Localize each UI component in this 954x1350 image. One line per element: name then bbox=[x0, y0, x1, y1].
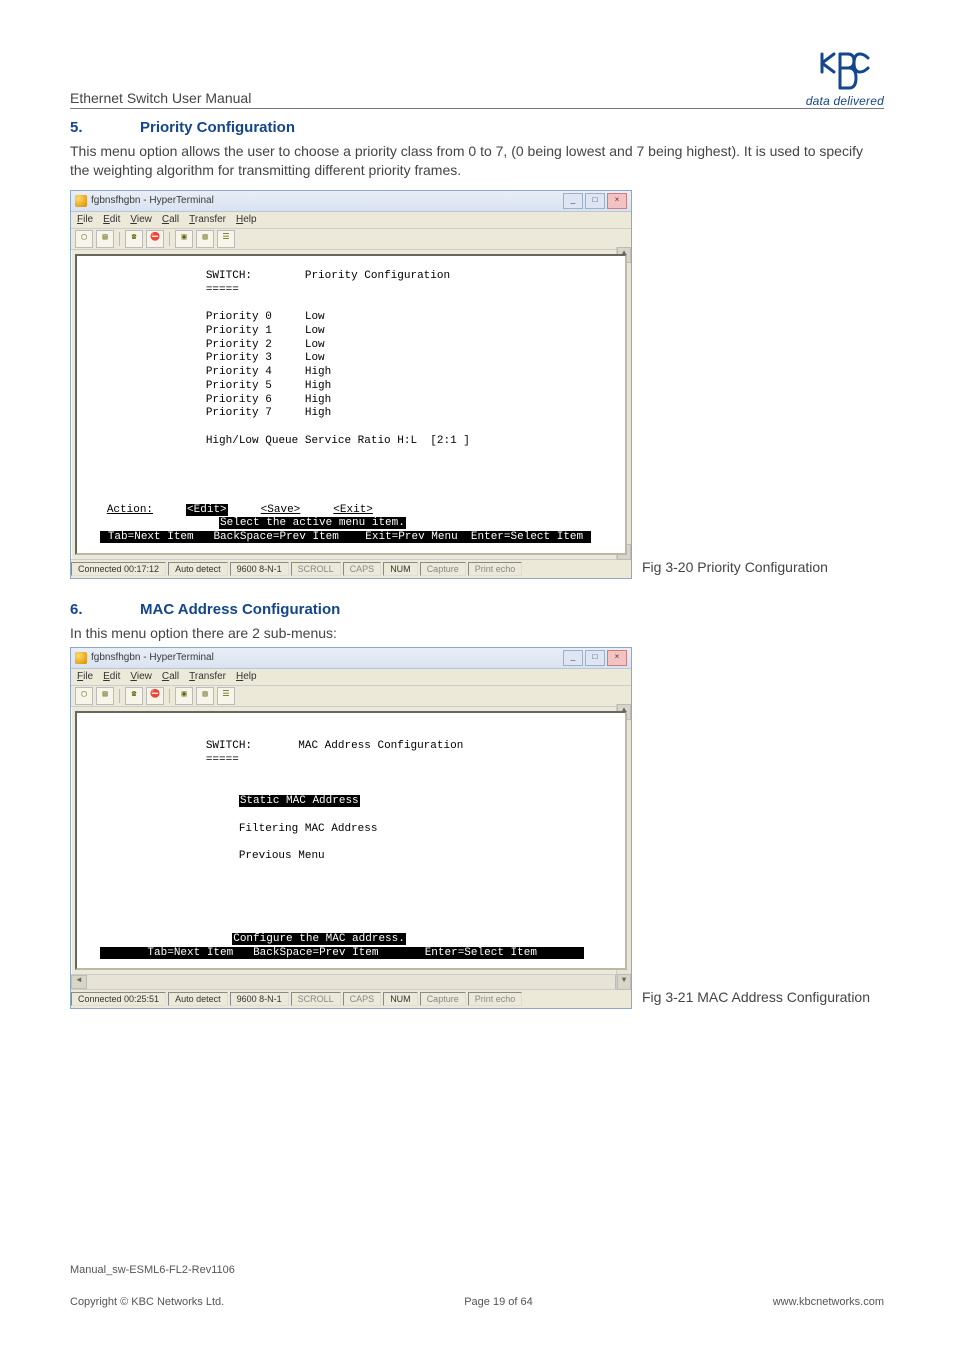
terminal-screen[interactable]: SWITCH: Priority Configuration ===== Pri… bbox=[75, 254, 627, 555]
scroll-down-icon[interactable]: ▼ bbox=[617, 974, 631, 990]
status-time: Connected 00:17:12 bbox=[71, 562, 166, 576]
status-bar: Connected 00:17:12 Auto detect 9600 8-N-… bbox=[71, 559, 631, 578]
titlebar[interactable]: fgbnsfhgbn - HyperTerminal _ □ × bbox=[71, 191, 631, 212]
section-6-title: MAC Address Configuration bbox=[140, 601, 340, 618]
section-5-body: This menu option allows the user to choo… bbox=[70, 142, 884, 180]
scroll-left-icon[interactable]: ◄ bbox=[71, 975, 87, 989]
toolbar: ▢ ▤ ☎ ⛔ ▣ ▥ ☰ bbox=[71, 686, 631, 707]
footer-copyright: Copyright © KBC Networks Ltd. bbox=[70, 1296, 224, 1308]
horizontal-scrollbar[interactable]: ◄ ► bbox=[71, 974, 631, 989]
toolbar-send-icon[interactable]: ▣ bbox=[175, 687, 193, 705]
status-detect: Auto detect bbox=[168, 562, 228, 576]
status-detect: Auto detect bbox=[168, 992, 228, 1006]
window-title: fgbnsfhgbn - HyperTerminal bbox=[91, 652, 214, 663]
figure-3-20-caption: Fig 3-20 Priority Configuration bbox=[642, 559, 828, 579]
status-caps: CAPS bbox=[343, 562, 382, 576]
toolbar-hangup-icon[interactable]: ⛔ bbox=[146, 230, 164, 248]
menu-bar[interactable]: File Edit View Call Transfer Help bbox=[71, 669, 631, 686]
status-scroll: SCROLL bbox=[291, 562, 341, 576]
section-5-number: 5. bbox=[70, 119, 100, 136]
hyperterminal-window-mac: fgbnsfhgbn - HyperTerminal _ □ × File Ed… bbox=[70, 647, 632, 1010]
kbc-logo: data delivered bbox=[806, 50, 884, 108]
status-scroll: SCROLL bbox=[291, 992, 341, 1006]
toolbar-recv-icon[interactable]: ▥ bbox=[196, 687, 214, 705]
maximize-button[interactable]: □ bbox=[585, 193, 605, 209]
menu-transfer[interactable]: Transfer bbox=[189, 671, 226, 682]
section-6-number: 6. bbox=[70, 601, 100, 618]
menu-call[interactable]: Call bbox=[162, 214, 179, 225]
section-6-heading: 6. MAC Address Configuration bbox=[70, 601, 884, 618]
terminal-screen[interactable]: SWITCH: MAC Address Configuration ===== … bbox=[75, 711, 627, 971]
status-capture: Capture bbox=[420, 992, 466, 1006]
toolbar-props-icon[interactable]: ☰ bbox=[217, 230, 235, 248]
status-num: NUM bbox=[383, 562, 418, 576]
menu-file[interactable]: File bbox=[77, 671, 93, 682]
titlebar[interactable]: fgbnsfhgbn - HyperTerminal _ □ × bbox=[71, 648, 631, 669]
status-conn: 9600 8-N-1 bbox=[230, 992, 289, 1006]
footer-page: Page 19 of 64 bbox=[464, 1296, 533, 1308]
menu-transfer[interactable]: Transfer bbox=[189, 214, 226, 225]
menu-view[interactable]: View bbox=[130, 671, 152, 682]
status-num: NUM bbox=[383, 992, 418, 1006]
toolbar-call-icon[interactable]: ☎ bbox=[125, 230, 143, 248]
menu-edit[interactable]: Edit bbox=[103, 671, 120, 682]
menu-file[interactable]: File bbox=[77, 214, 93, 225]
figure-3-21-caption: Fig 3-21 MAC Address Configuration bbox=[642, 989, 870, 1009]
toolbar-new-icon[interactable]: ▢ bbox=[75, 230, 93, 248]
kbc-logo-icon bbox=[818, 50, 872, 92]
footer-url: www.kbcnetworks.com bbox=[773, 1296, 884, 1308]
status-conn: 9600 8-N-1 bbox=[230, 562, 289, 576]
app-icon bbox=[75, 652, 87, 664]
section-5-title: Priority Configuration bbox=[140, 119, 295, 136]
status-caps: CAPS bbox=[343, 992, 382, 1006]
toolbar-call-icon[interactable]: ☎ bbox=[125, 687, 143, 705]
toolbar: ▢ ▤ ☎ ⛔ ▣ ▥ ☰ bbox=[71, 229, 631, 250]
menu-call[interactable]: Call bbox=[162, 671, 179, 682]
status-capture: Capture bbox=[420, 562, 466, 576]
status-bar: Connected 00:25:51 Auto detect 9600 8-N-… bbox=[71, 989, 631, 1008]
maximize-button[interactable]: □ bbox=[585, 650, 605, 666]
toolbar-open-icon[interactable]: ▤ bbox=[96, 230, 114, 248]
menu-help[interactable]: Help bbox=[236, 214, 257, 225]
toolbar-open-icon[interactable]: ▤ bbox=[96, 687, 114, 705]
close-button[interactable]: × bbox=[607, 650, 627, 666]
minimize-button[interactable]: _ bbox=[563, 650, 583, 666]
hyperterminal-window-priority: fgbnsfhgbn - HyperTerminal _ □ × File Ed… bbox=[70, 190, 632, 579]
footer-manual-id: Manual_sw-ESML6-FL2-Rev1106 bbox=[70, 1264, 884, 1276]
menu-edit[interactable]: Edit bbox=[103, 214, 120, 225]
toolbar-recv-icon[interactable]: ▥ bbox=[196, 230, 214, 248]
toolbar-hangup-icon[interactable]: ⛔ bbox=[146, 687, 164, 705]
window-title: fgbnsfhgbn - HyperTerminal bbox=[91, 195, 214, 206]
toolbar-send-icon[interactable]: ▣ bbox=[175, 230, 193, 248]
toolbar-props-icon[interactable]: ☰ bbox=[217, 687, 235, 705]
toolbar-new-icon[interactable]: ▢ bbox=[75, 687, 93, 705]
status-echo: Print echo bbox=[468, 562, 523, 576]
menu-help[interactable]: Help bbox=[236, 671, 257, 682]
minimize-button[interactable]: _ bbox=[563, 193, 583, 209]
logo-caption: data delivered bbox=[806, 94, 884, 108]
section-5-heading: 5. Priority Configuration bbox=[70, 119, 884, 136]
page-footer: Manual_sw-ESML6-FL2-Rev1106 Copyright © … bbox=[70, 1264, 884, 1308]
section-6-intro: In this menu option there are 2 sub-menu… bbox=[70, 624, 884, 643]
close-button[interactable]: × bbox=[607, 193, 627, 209]
header-title: Ethernet Switch User Manual bbox=[70, 90, 251, 106]
app-icon bbox=[75, 195, 87, 207]
status-time: Connected 00:25:51 bbox=[71, 992, 166, 1006]
status-echo: Print echo bbox=[468, 992, 523, 1006]
menu-view[interactable]: View bbox=[130, 214, 152, 225]
menu-bar[interactable]: File Edit View Call Transfer Help bbox=[71, 212, 631, 229]
page-header: Ethernet Switch User Manual data deliver… bbox=[70, 50, 884, 109]
